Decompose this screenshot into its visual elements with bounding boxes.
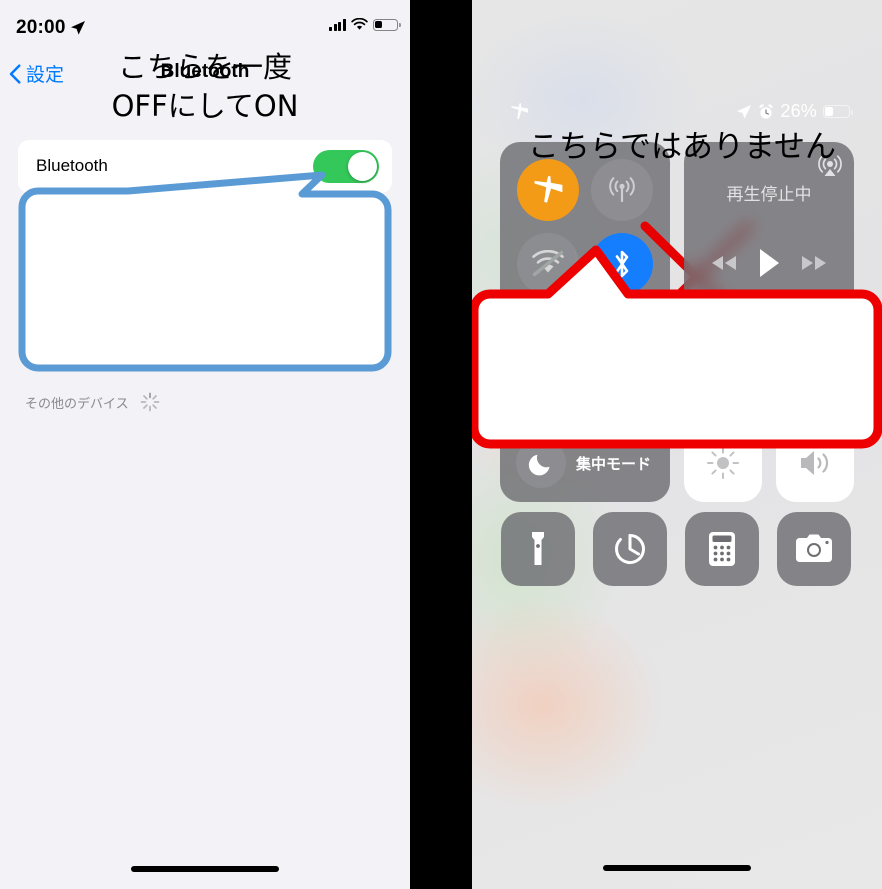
location-arrow-icon — [737, 104, 752, 119]
red-warning-callout — [472, 245, 882, 449]
red-callout-text: こちらではありません — [527, 129, 837, 165]
flashlight-button[interactable] — [501, 512, 575, 586]
status-indicators — [329, 18, 401, 31]
screenshot-root: 20:00 設定 Bluetooth Bluetooth こちらを一度 OFFに… — [0, 0, 882, 889]
right-status-indicators: 26% — [736, 101, 853, 122]
airplane-mode-button[interactable] — [517, 159, 579, 221]
alarm-clock-icon — [759, 104, 774, 119]
calculator-button[interactable] — [685, 512, 759, 586]
right-status-bar: 26% — [472, 0, 882, 130]
blue-callout-text: こちらを一度 OFFにしてON — [18, 48, 392, 126]
left-phone-settings-bluetooth: 20:00 設定 Bluetooth Bluetooth こちらを一度 OFFに… — [0, 0, 410, 889]
location-arrow-icon — [71, 21, 85, 35]
left-status-bar: 20:00 — [0, 0, 410, 52]
timer-icon — [615, 534, 645, 564]
cellular-bars-icon — [329, 18, 346, 31]
camera-icon — [796, 534, 832, 562]
focus-mode-label: 集中モード — [576, 456, 652, 473]
wifi-icon — [351, 18, 368, 30]
battery-percent-label: 26% — [780, 101, 817, 121]
battery-low-icon — [373, 18, 401, 31]
home-indicator — [603, 865, 751, 871]
flashlight-icon — [532, 532, 544, 565]
home-indicator — [131, 866, 279, 872]
other-devices-header: その他のデバイス — [25, 392, 160, 412]
airplane-icon — [534, 176, 563, 203]
airplane-icon — [511, 103, 529, 120]
blue-instruction-callout — [18, 171, 392, 372]
timer-button[interactable] — [593, 512, 667, 586]
calculator-icon — [709, 532, 735, 566]
media-status-text: 再生停止中 — [726, 185, 812, 204]
status-time: 20:00 — [16, 17, 66, 38]
blue-callout-line2: OFFにしてON — [111, 88, 299, 123]
camera-button[interactable] — [777, 512, 851, 586]
cellular-data-button[interactable] — [591, 159, 653, 221]
other-devices-label: その他のデバイス — [25, 395, 129, 411]
battery-low-icon — [823, 105, 853, 118]
cellular-antenna-icon — [609, 177, 635, 203]
right-phone-control-center: 26% 再生停止中 集中モード こちらではありません — [472, 0, 882, 889]
blue-callout-line1: こちらを一度 — [117, 50, 292, 84]
activity-spinner-icon — [140, 392, 160, 412]
